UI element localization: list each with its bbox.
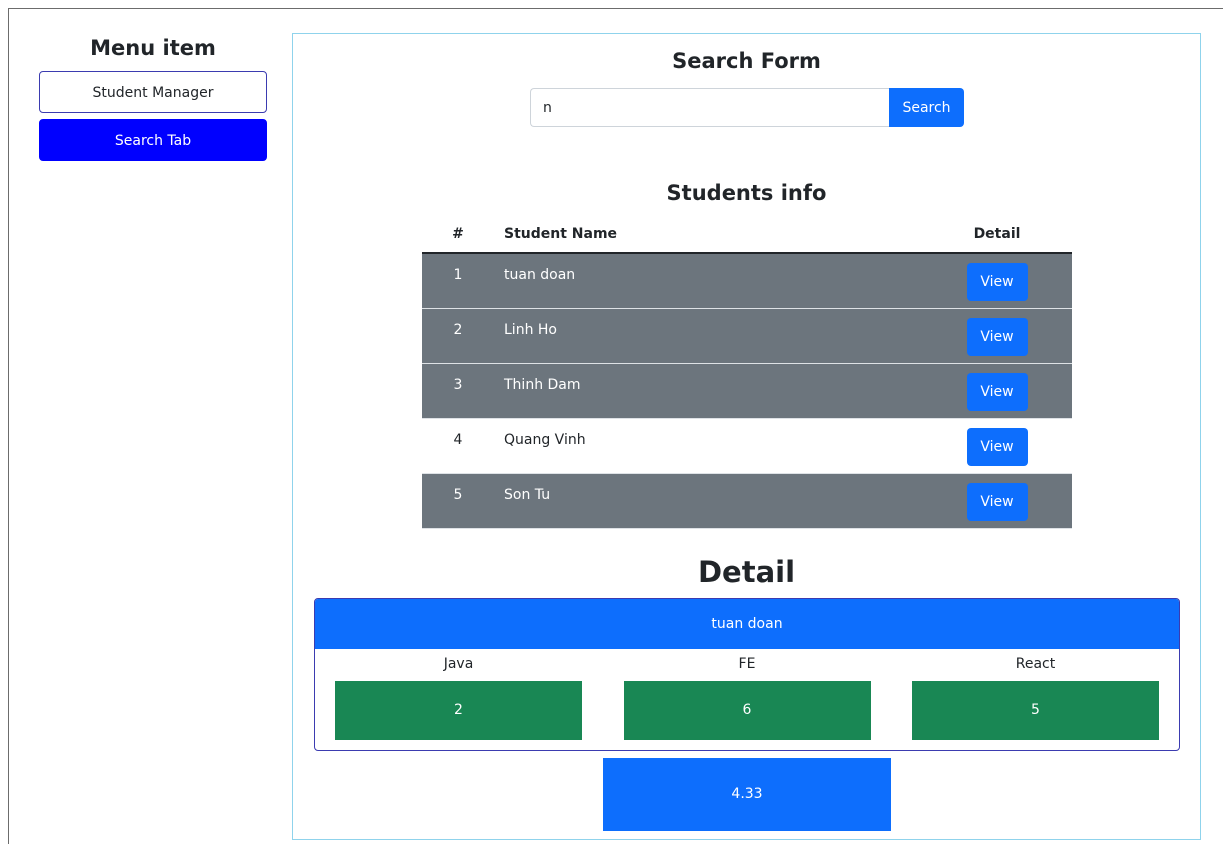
search-form: Search <box>530 88 964 127</box>
detail-title: Detail <box>697 555 796 589</box>
column-header-detail: Detail <box>922 216 1072 254</box>
students-table: # Student Name Detail 1 tuan doan View 2… <box>422 216 1072 529</box>
menu-item-student-manager[interactable]: Student Manager <box>39 71 267 113</box>
row-detail-cell: View <box>922 253 1072 309</box>
row-number: 2 <box>422 308 494 364</box>
search-form-title: Search Form <box>672 49 821 73</box>
row-number: 1 <box>422 253 494 309</box>
view-button[interactable]: View <box>966 263 1028 301</box>
subject-java: Java 2 <box>335 649 582 740</box>
view-button[interactable]: View <box>966 372 1028 411</box>
sidebar: Menu item Student Manager Search Tab <box>39 33 267 167</box>
row-student-name: Linh Ho <box>494 308 922 364</box>
menu-item-search-tab[interactable]: Search Tab <box>39 119 267 161</box>
row-detail-cell: View <box>922 308 1072 364</box>
view-button[interactable]: View <box>966 317 1028 356</box>
table-row: 3 Thinh Dam View <box>422 363 1072 419</box>
subject-score: 2 <box>335 681 582 740</box>
table-header-row: # Student Name Detail <box>422 216 1072 254</box>
subject-fe: FE 6 <box>623 649 871 740</box>
table-row: 2 Linh Ho View <box>422 308 1072 364</box>
row-number: 3 <box>422 363 494 419</box>
search-button[interactable]: Search <box>889 88 964 127</box>
subject-name: React <box>1015 656 1056 672</box>
column-header-number: # <box>422 216 494 254</box>
view-button[interactable]: View <box>966 482 1028 521</box>
average-score: 4.33 <box>603 758 891 831</box>
row-number: 5 <box>422 473 494 529</box>
table-row: 5 Son Tu View <box>422 473 1072 529</box>
detail-student-name: tuan doan <box>315 599 1179 649</box>
subject-name: FE <box>738 656 756 672</box>
row-detail-cell: View <box>922 418 1072 474</box>
table-row: 1 tuan doan View <box>422 253 1072 309</box>
main-panel: Search Form Search Students info # Stude… <box>292 33 1201 840</box>
subject-score: 5 <box>912 681 1159 740</box>
search-input[interactable] <box>530 88 889 127</box>
sidebar-title: Menu item <box>90 36 216 60</box>
row-student-name: Thinh Dam <box>494 363 922 419</box>
subject-scores: Java 2 FE 6 React 5 <box>315 649 1179 740</box>
row-student-name: tuan doan <box>494 253 922 309</box>
row-student-name: Son Tu <box>494 473 922 529</box>
app-frame: Menu item Student Manager Search Tab Sea… <box>8 8 1223 844</box>
row-student-name: Quang Vinh <box>494 418 922 474</box>
row-detail-cell: View <box>922 363 1072 419</box>
row-detail-cell: View <box>922 473 1072 529</box>
detail-card: tuan doan Java 2 FE 6 React 5 <box>314 598 1180 751</box>
view-button[interactable]: View <box>966 427 1028 466</box>
column-header-student-name: Student Name <box>494 216 922 254</box>
subject-react: React 5 <box>912 649 1159 740</box>
row-number: 4 <box>422 418 494 474</box>
subject-score: 6 <box>623 681 871 740</box>
table-row: 4 Quang Vinh View <box>422 418 1072 474</box>
subject-name: Java <box>443 656 474 672</box>
students-info-title: Students info <box>666 181 827 205</box>
